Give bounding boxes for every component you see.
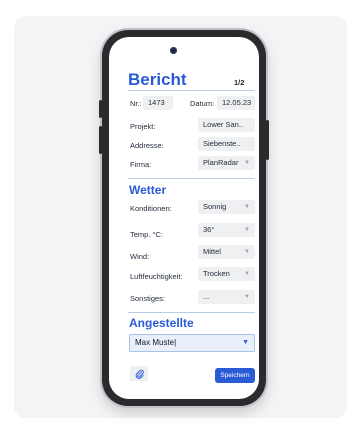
temp-select[interactable]: 36° ▼	[198, 223, 255, 237]
projekt-value: Lower San..	[203, 120, 244, 129]
datum-label: Datum:	[190, 99, 215, 108]
text-cursor: |	[174, 338, 177, 347]
weather-label-wind: Wind:	[130, 252, 150, 261]
addresse-field[interactable]: Siebenste..	[198, 137, 255, 151]
weather-value-wind: Mittel	[203, 247, 221, 256]
attach-button[interactable]	[130, 366, 148, 381]
phone-side-button	[99, 126, 102, 154]
weather-label-konditionen: Konditionen:	[130, 204, 172, 213]
chevron-down-icon: ▼	[244, 160, 250, 166]
employees-title: Angestellte	[129, 316, 194, 330]
datum-field[interactable]: 12.05.23	[217, 96, 255, 110]
wind-select[interactable]: Mittel ▼	[198, 245, 255, 259]
chevron-down-icon: ▼	[244, 294, 250, 300]
page-indicator: 1/2	[234, 78, 245, 87]
paperclip-icon	[135, 369, 144, 379]
firma-label: Firma:	[130, 160, 152, 169]
weather-label-luftfeuchtigkeit: Luftfeuchtigkeit:	[130, 272, 183, 281]
nr-label: Nr.:	[130, 99, 142, 108]
weather-title: Wetter	[129, 183, 167, 197]
phone-side-button	[99, 100, 102, 118]
firma-select[interactable]: PlanRadar ▼	[198, 156, 255, 170]
divider	[128, 312, 255, 313]
employee-combobox[interactable]: Max Muste| ▼	[129, 334, 255, 352]
chevron-down-icon: ▼	[244, 271, 250, 277]
chevron-down-icon: ▼	[242, 339, 249, 346]
save-button[interactable]: Speichern	[215, 368, 255, 383]
chevron-down-icon: ▼	[244, 227, 250, 233]
weather-value-sonstiges: ...	[203, 292, 210, 301]
projekt-label: Projekt:	[130, 122, 156, 131]
addresse-label: Addresse:	[130, 141, 164, 150]
camera-icon	[170, 47, 177, 54]
page-title: Bericht	[128, 70, 187, 89]
konditionen-select[interactable]: Sonnig ▼	[198, 200, 255, 214]
addresse-value: Siebenste..	[203, 139, 241, 148]
weather-value-luftfeuchtigkeit: Trocken	[203, 269, 230, 278]
projekt-field[interactable]: Lower San..	[198, 118, 255, 132]
weather-value-konditionen: Sonnig	[203, 202, 227, 211]
weather-value-temp: 36°	[203, 225, 215, 234]
chevron-down-icon: ▼	[244, 249, 250, 255]
firma-value: PlanRadar	[203, 158, 239, 167]
phone-side-button	[266, 120, 269, 160]
sonstiges-select[interactable]: ... ▼	[198, 290, 255, 304]
nr-value: 1473	[148, 98, 165, 107]
luftfeuchtigkeit-select[interactable]: Trocken ▼	[198, 267, 255, 281]
weather-label-temp: Temp. °C:	[130, 230, 164, 239]
divider	[128, 90, 255, 91]
weather-label-sonstiges: Sonstiges:	[130, 294, 166, 303]
nr-field[interactable]: 1473	[143, 96, 173, 110]
chevron-down-icon: ▼	[244, 204, 250, 210]
divider	[128, 178, 255, 179]
employee-input-value: Max Muste	[135, 338, 175, 347]
datum-value: 12.05.23	[222, 98, 252, 107]
